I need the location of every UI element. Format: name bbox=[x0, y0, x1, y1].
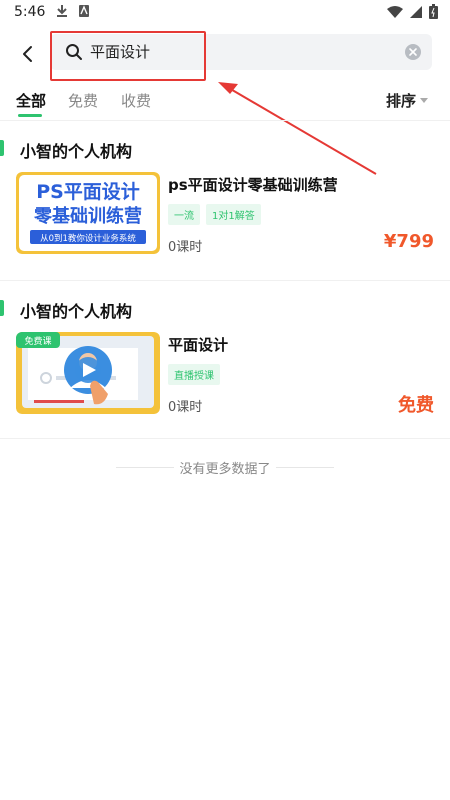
signal-icon bbox=[410, 5, 422, 18]
free-course-badge: 免费课 bbox=[24, 335, 51, 347]
course-tag: 一流 bbox=[168, 204, 200, 225]
thumb-title-line2: 零基础训练营 bbox=[33, 205, 142, 227]
search-header: 平面设计 bbox=[0, 30, 450, 76]
course-title[interactable]: ps平面设计零基础训练营 bbox=[168, 174, 338, 195]
lesson-count: 0课时 bbox=[168, 240, 203, 255]
end-of-list: 没有更多数据了 bbox=[0, 456, 450, 480]
course-price: ¥799 bbox=[383, 231, 434, 252]
tab-all[interactable]: 全部 bbox=[16, 90, 46, 111]
sort-label: 排序 bbox=[385, 92, 416, 110]
clear-search-icon[interactable] bbox=[404, 43, 422, 61]
lesson-count: 0课时 bbox=[168, 400, 203, 415]
org-header: 小智的个人机构 bbox=[0, 138, 450, 161]
caret-down-icon bbox=[420, 97, 428, 103]
active-tab-indicator bbox=[18, 114, 42, 117]
no-more-data-text: 没有更多数据了 bbox=[179, 462, 271, 477]
ps-course-cover-image: PS平面设计 零基础训练营 从0到1教你设计业务系统 bbox=[16, 172, 160, 254]
org-accent-bar bbox=[0, 300, 4, 316]
status-right-icons bbox=[387, 4, 438, 19]
course-thumbnail[interactable]: 免费课 bbox=[16, 332, 160, 414]
course-price: 免费 bbox=[398, 395, 434, 416]
wifi-icon bbox=[387, 5, 403, 18]
org-name[interactable]: 小智的个人机构 bbox=[20, 138, 132, 162]
battery-icon bbox=[429, 4, 438, 19]
course-card[interactable]: 小智的个人机构 免费课 平面设计 直播授课 0课时 免费 bbox=[0, 298, 450, 448]
course-tags: 一流 1对1解答 bbox=[168, 204, 261, 225]
org-header: 小智的个人机构 bbox=[0, 298, 450, 321]
filter-tabs: 全部 免费 收费 排序 bbox=[0, 84, 450, 120]
search-query: 平面设计 bbox=[90, 43, 151, 61]
course-title[interactable]: 平面设计 bbox=[168, 334, 228, 355]
tab-paid[interactable]: 收费 bbox=[121, 90, 151, 111]
thumb-title-line1: PS平面设计 bbox=[36, 181, 140, 203]
video-course-cover-image: 免费课 bbox=[16, 332, 160, 414]
search-icon bbox=[66, 44, 82, 60]
course-tag: 直播授课 bbox=[168, 364, 220, 385]
course-tags: 直播授课 bbox=[168, 364, 220, 385]
status-left-icons bbox=[56, 4, 90, 18]
search-input[interactable]: 平面设计 bbox=[50, 34, 432, 70]
status-time: 5:46 bbox=[14, 4, 46, 20]
tab-free[interactable]: 免费 bbox=[68, 90, 98, 111]
divider bbox=[0, 280, 450, 281]
status-bar: 5:46 bbox=[0, 0, 450, 24]
end-line-right bbox=[276, 467, 334, 468]
back-button[interactable] bbox=[14, 40, 42, 68]
download-icon bbox=[57, 5, 67, 17]
thumb-subtitle: 从0到1教你设计业务系统 bbox=[40, 233, 136, 244]
divider bbox=[0, 438, 450, 439]
course-thumbnail[interactable]: PS平面设计 零基础训练营 从0到1教你设计业务系统 bbox=[16, 172, 160, 254]
sort-button[interactable]: 排序 bbox=[386, 90, 428, 111]
course-card[interactable]: 小智的个人机构 PS平面设计 零基础训练营 从0到1教你设计业务系统 ps平面设… bbox=[0, 138, 450, 288]
divider bbox=[0, 120, 450, 121]
org-name[interactable]: 小智的个人机构 bbox=[20, 298, 132, 322]
org-accent-bar bbox=[0, 140, 4, 156]
chevron-left-icon bbox=[23, 46, 32, 62]
course-tag: 1对1解答 bbox=[206, 204, 261, 225]
app-notification-icon bbox=[79, 5, 89, 17]
